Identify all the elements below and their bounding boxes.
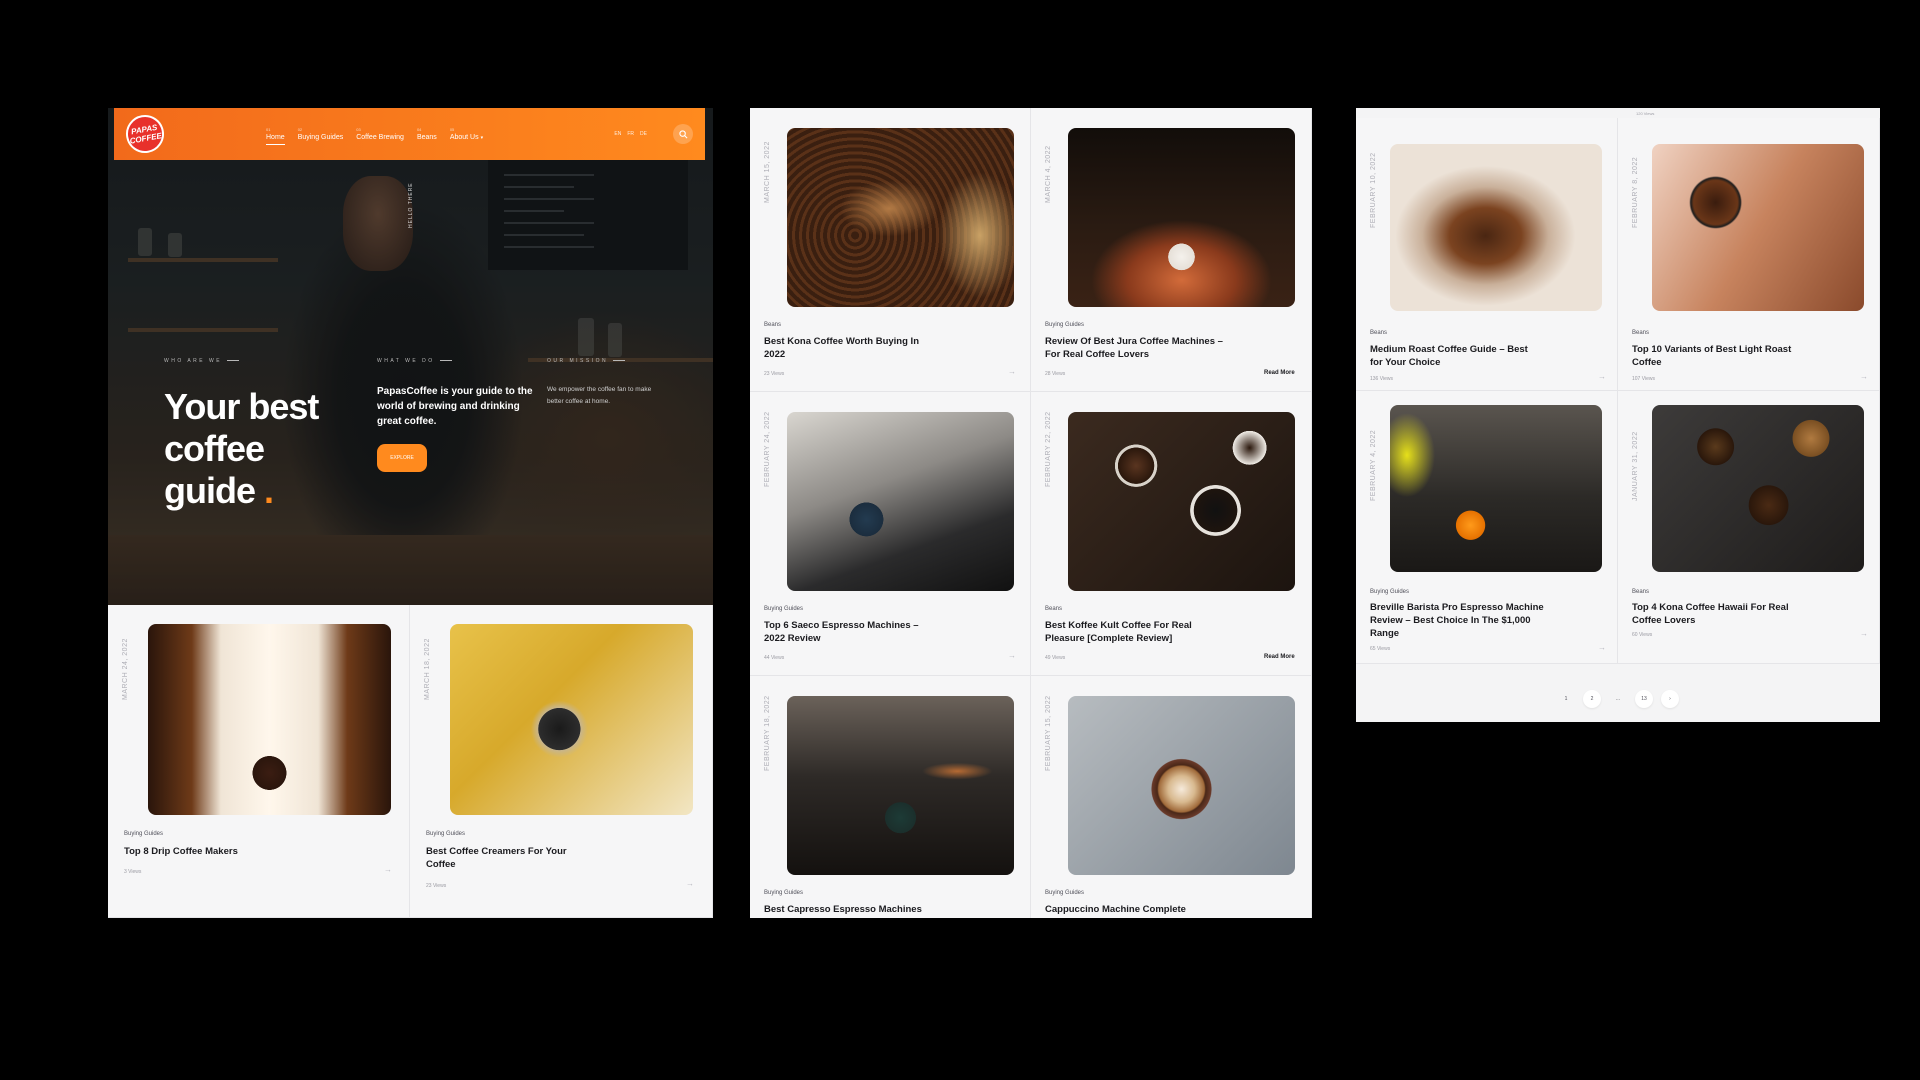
views-count: 120 Views	[1636, 111, 1655, 116]
post-thumbnail[interactable]	[787, 696, 1014, 875]
post-card[interactable]: FEBRUARY 18, 2022 Buying Guides Best Cap…	[750, 676, 1031, 918]
blog-listing-panel: MARCH 15, 2022 Beans Best Kona Coffee Wo…	[750, 108, 1312, 918]
post-thumbnail[interactable]	[148, 624, 391, 815]
post-card[interactable]: FEBRUARY 4, 2022 Buying Guides Breville …	[1356, 391, 1618, 664]
top-navbar: PAPAS COFFEE 01 Home 02 Buying Guides 03 Co…	[114, 108, 705, 160]
post-thumbnail[interactable]	[1068, 696, 1295, 875]
post-card[interactable]: FEBRUARY 8, 2022 Beans Top 10 Variants o…	[1618, 118, 1880, 391]
arrow-right-icon[interactable]: →	[1008, 651, 1016, 660]
lang-de[interactable]: DE	[640, 131, 647, 137]
hero-title: Your best coffee guide .	[164, 386, 319, 511]
arrow-right-icon[interactable]: →	[686, 879, 694, 888]
post-card[interactable]: JANUARY 31, 2022 Beans Top 4 Kona Coffee…	[1618, 391, 1880, 664]
post-thumbnail[interactable]	[787, 128, 1014, 307]
language-switcher: EN FR DE	[614, 131, 647, 137]
post-card[interactable]: FEBRUARY 22, 2022 Beans Best Koffee Kult…	[1031, 392, 1312, 676]
arrow-right-icon[interactable]: →	[384, 865, 392, 874]
who-label: WHO ARE WE	[164, 358, 239, 364]
post-grid: FEBRUARY 10, 2022 Beans Medium Roast Cof…	[1356, 118, 1880, 664]
post-thumbnail[interactable]	[787, 412, 1014, 591]
next-page-button[interactable]: ›	[1661, 690, 1679, 708]
arrow-right-icon[interactable]: →	[1860, 372, 1868, 381]
post-thumbnail[interactable]	[450, 624, 693, 815]
lang-en[interactable]: EN	[614, 131, 621, 137]
page-1[interactable]: 1	[1557, 690, 1575, 708]
arrow-right-icon[interactable]: →	[1008, 367, 1016, 376]
mission-label: OUR MISSION	[547, 358, 625, 364]
papas-coffee-logo[interactable]: PAPAS COFFEE	[122, 111, 168, 157]
what-label: WHAT WE DO	[377, 358, 452, 364]
post-thumbnail[interactable]	[1652, 144, 1864, 311]
post-card[interactable]: FEBRUARY 15, 2022 Buying Guides Cappucci…	[1031, 676, 1312, 918]
read-more-link[interactable]: Read More	[1264, 370, 1295, 376]
post-card[interactable]: MARCH 4, 2022 Buying Guides Review Of Be…	[1031, 108, 1312, 392]
post-card[interactable]: FEBRUARY 10, 2022 Beans Medium Roast Cof…	[1356, 118, 1618, 391]
pagination: 1 2 ... 13 ›	[1356, 676, 1880, 722]
post-thumbnail[interactable]	[1068, 412, 1295, 591]
post-thumbnail[interactable]	[1390, 144, 1602, 311]
post-thumbnail[interactable]	[1390, 405, 1602, 572]
arrow-right-icon[interactable]: →	[1598, 372, 1606, 381]
main-menu: 01 Home 02 Buying Guides 03 Coffee Brewing …	[266, 127, 483, 145]
nav-beans[interactable]: 04 Beans	[417, 127, 437, 141]
nav-home[interactable]: 01 Home	[266, 127, 285, 145]
blog-listing-panel-end: 120 Views FEBRUARY 10, 2022 Beans Medium…	[1356, 108, 1880, 722]
post-grid: MARCH 24, 2022 Buying Guides Top 8 Drip …	[108, 605, 713, 918]
post-card[interactable]: MARCH 18, 2022 Buying Guides Best Coffee…	[410, 605, 713, 918]
post-thumbnail[interactable]	[1652, 405, 1864, 572]
post-thumbnail[interactable]	[1068, 128, 1295, 307]
post-grid: MARCH 15, 2022 Beans Best Kona Coffee Wo…	[750, 108, 1312, 918]
post-card[interactable]: MARCH 15, 2022 Beans Best Kona Coffee Wo…	[750, 108, 1031, 392]
read-more-link[interactable]: Read More	[1264, 654, 1295, 660]
arrow-right-icon[interactable]: →	[1860, 629, 1868, 638]
post-card[interactable]: MARCH 24, 2022 Buying Guides Top 8 Drip …	[108, 605, 410, 918]
search-button[interactable]	[673, 124, 693, 144]
hello-label: HELLO THERE	[408, 182, 414, 228]
chevron-down-icon: ▾	[480, 135, 484, 141]
nav-about-us[interactable]: 05 About Us ▾	[450, 127, 483, 141]
hero-lead: PapasCoffee is your guide to the world o…	[377, 386, 533, 427]
post-card[interactable]: FEBRUARY 24, 2022 Buying Guides Top 6 Sa…	[750, 392, 1031, 676]
nav-buying-guides[interactable]: 02 Buying Guides	[298, 127, 344, 141]
page-13[interactable]: 13	[1635, 690, 1653, 708]
search-icon	[678, 129, 687, 138]
page-2[interactable]: 2	[1583, 690, 1601, 708]
arrow-right-icon[interactable]: →	[1598, 643, 1606, 652]
hero-mission-text: We empower the coffee fan to make better…	[547, 386, 652, 405]
hero-section: PAPAS COFFEE 01 Home 02 Buying Guides 03 Co…	[108, 108, 713, 605]
homepage-panel: PAPAS COFFEE 01 Home 02 Buying Guides 03 Co…	[108, 108, 713, 918]
nav-coffee-brewing[interactable]: 03 Coffee Brewing	[356, 127, 404, 141]
page-ellipsis: ...	[1615, 696, 1621, 702]
lang-fr[interactable]: FR	[627, 131, 634, 137]
explore-button[interactable]: EXPLORE	[377, 444, 427, 472]
